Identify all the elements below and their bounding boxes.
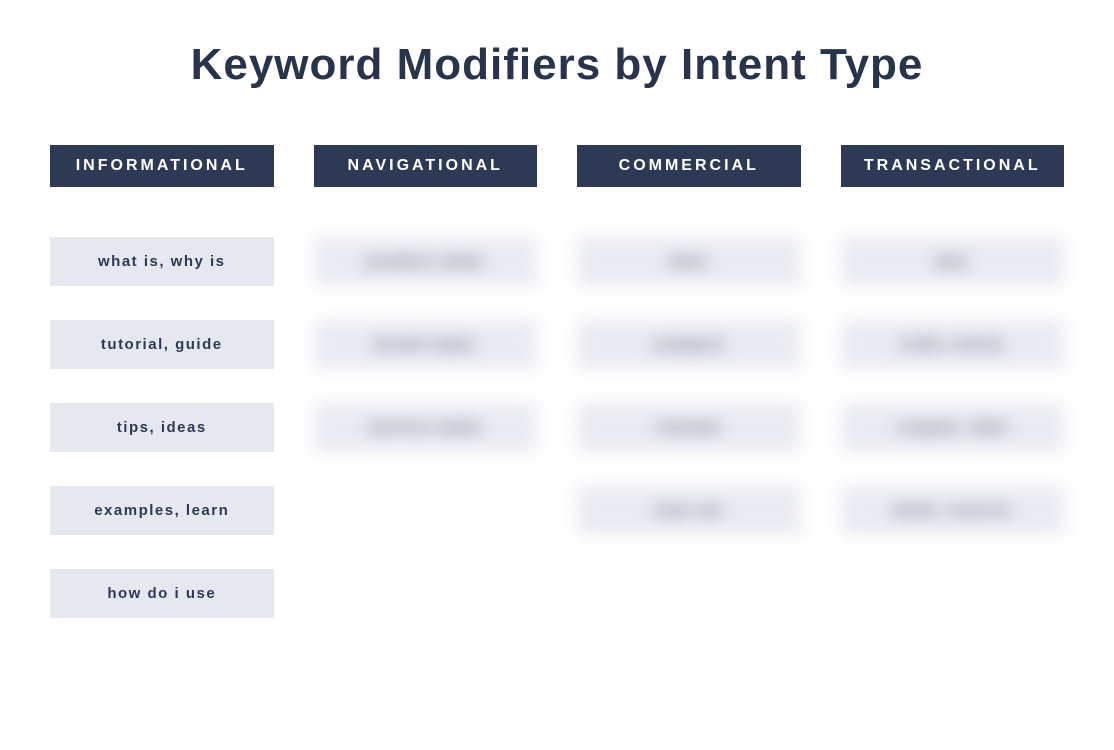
page-title: Keyword Modifiers by Intent Type bbox=[50, 40, 1064, 90]
informational-cell: what is, why is bbox=[50, 237, 274, 286]
transactional-cell: buy bbox=[841, 237, 1065, 286]
informational-cell: how do i use bbox=[50, 569, 274, 618]
transactional-cell: book, reserve bbox=[841, 486, 1065, 535]
column-informational: INFORMATIONAL what is, why is tutorial, … bbox=[50, 145, 274, 652]
informational-cell: examples, learn bbox=[50, 486, 274, 535]
column-header-transactional: TRANSACTIONAL bbox=[841, 145, 1065, 187]
commercial-cell: near me bbox=[577, 486, 801, 535]
column-transactional: TRANSACTIONAL buy order online coupon, d… bbox=[841, 145, 1065, 652]
column-commercial: COMMERCIAL best compare reviews near me bbox=[577, 145, 801, 652]
commercial-cell: compare bbox=[577, 320, 801, 369]
navigational-cell: product name bbox=[314, 237, 538, 286]
column-header-commercial: COMMERCIAL bbox=[577, 145, 801, 187]
columns-container: INFORMATIONAL what is, why is tutorial, … bbox=[50, 145, 1064, 652]
informational-cell: tutorial, guide bbox=[50, 320, 274, 369]
navigational-cell: service name bbox=[314, 403, 538, 452]
commercial-cell: best bbox=[577, 237, 801, 286]
column-header-informational: INFORMATIONAL bbox=[50, 145, 274, 187]
transactional-cell: order online bbox=[841, 320, 1065, 369]
transactional-cell: coupon, deal bbox=[841, 403, 1065, 452]
commercial-cell: reviews bbox=[577, 403, 801, 452]
informational-cell: tips, ideas bbox=[50, 403, 274, 452]
column-header-navigational: NAVIGATIONAL bbox=[314, 145, 538, 187]
navigational-cell: brand name bbox=[314, 320, 538, 369]
column-navigational: NAVIGATIONAL product name brand name ser… bbox=[314, 145, 538, 652]
